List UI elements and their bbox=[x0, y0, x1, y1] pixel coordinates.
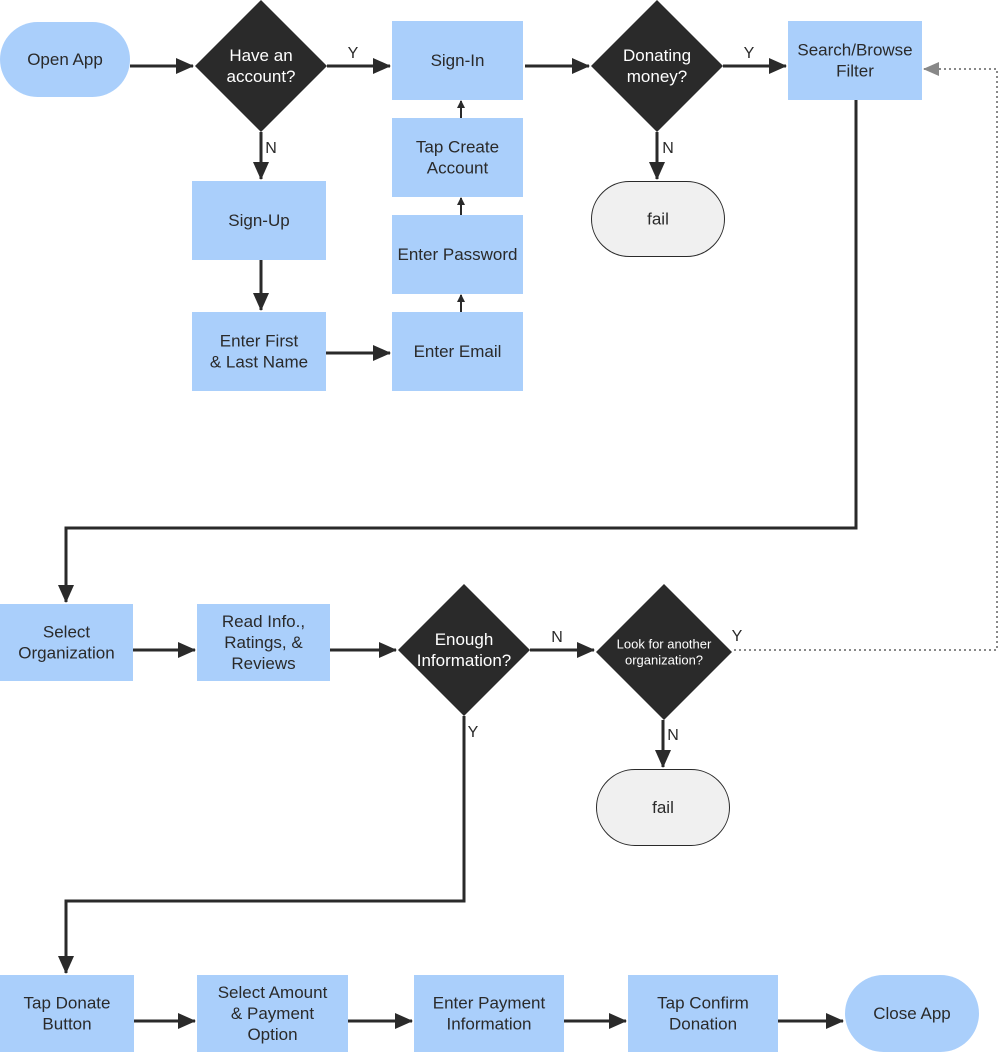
node-close-app: Close App bbox=[845, 975, 979, 1052]
node-label: Tap Confirm bbox=[657, 994, 749, 1013]
node-enter-password: Enter Password bbox=[392, 215, 523, 294]
node-label: Button bbox=[42, 1015, 91, 1034]
node-label: Enter First bbox=[220, 332, 299, 351]
edge-look-another-to-search-browse bbox=[734, 62, 998, 651]
node-label: Sign-Up bbox=[228, 211, 289, 230]
node-enter-email: Enter Email bbox=[392, 312, 523, 391]
node-label: Donation bbox=[669, 1015, 737, 1034]
process-box bbox=[0, 975, 134, 1052]
process-box bbox=[414, 975, 564, 1052]
node-sign-up: Sign-Up bbox=[192, 181, 326, 260]
node-select-amount: Select Amount & Payment Option bbox=[197, 975, 348, 1052]
node-open-app: Open App bbox=[0, 22, 130, 97]
node-label: & Payment bbox=[231, 1004, 314, 1023]
node-label: money? bbox=[627, 67, 687, 86]
node-label: Option bbox=[247, 1025, 297, 1044]
process-box bbox=[192, 312, 326, 391]
node-label: Sign-In bbox=[431, 51, 485, 70]
node-label: Select Amount bbox=[218, 983, 328, 1002]
node-donating-money: Donating money? bbox=[591, 0, 723, 132]
node-tap-confirm: Tap Confirm Donation bbox=[628, 975, 778, 1052]
nodes-layer: Open App Have an account? Sign-In Donating mo… bbox=[0, 0, 979, 1052]
decision-diamond bbox=[195, 0, 327, 132]
edge-label-n: N bbox=[551, 629, 563, 646]
process-box bbox=[392, 118, 523, 197]
node-label: Filter bbox=[836, 62, 874, 81]
edge-label-y: Y bbox=[732, 628, 743, 645]
node-label: Search/Browse bbox=[797, 41, 912, 60]
node-enter-payment: Enter Payment Information bbox=[414, 975, 564, 1052]
node-read-info: Read Info., Ratings, & Reviews bbox=[197, 604, 330, 681]
node-label: Information? bbox=[417, 651, 512, 670]
decision-diamond bbox=[398, 584, 530, 716]
edge-label-n: N bbox=[667, 727, 679, 744]
node-label: Look for another bbox=[617, 637, 712, 652]
node-enough-info: Enough Information? bbox=[398, 584, 530, 716]
decision-diamond bbox=[591, 0, 723, 132]
edge-label-n: N bbox=[265, 140, 277, 157]
edge-enough-info-to-tap-donate bbox=[58, 716, 466, 974]
edge-label-y: Y bbox=[744, 45, 755, 62]
node-label: Select bbox=[43, 623, 91, 642]
node-label: Read Info., bbox=[222, 612, 305, 631]
node-fail-1: fail bbox=[591, 181, 725, 257]
edge-label-n: N bbox=[662, 140, 674, 157]
node-label: Account bbox=[427, 159, 489, 178]
node-label: & Last Name bbox=[210, 353, 308, 372]
node-label: Enter Email bbox=[414, 342, 502, 361]
node-label: organization? bbox=[625, 653, 703, 668]
node-tap-donate: Tap Donate Button bbox=[0, 975, 134, 1052]
node-look-another: Look for anotherorganization? bbox=[596, 584, 732, 720]
process-box bbox=[628, 975, 778, 1052]
node-label: Information bbox=[446, 1015, 531, 1034]
node-label: fail bbox=[652, 798, 674, 817]
process-box bbox=[788, 21, 922, 100]
node-label: Enter Password bbox=[398, 245, 518, 264]
node-label: account? bbox=[227, 67, 296, 86]
node-label: Tap Create bbox=[416, 138, 499, 157]
node-label: Ratings, & bbox=[224, 633, 303, 652]
node-search-browse: Search/Browse Filter bbox=[788, 21, 922, 100]
edge-label-y: Y bbox=[468, 724, 479, 741]
node-tap-create-account: Tap Create Account bbox=[392, 118, 523, 197]
node-sign-in: Sign-In bbox=[392, 21, 523, 100]
node-label: Have an bbox=[229, 46, 292, 65]
node-label: Enough bbox=[435, 630, 494, 649]
node-label: Tap Donate bbox=[24, 994, 111, 1013]
node-select-org: Select Organization bbox=[0, 604, 133, 681]
node-have-account: Have an account? bbox=[195, 0, 327, 132]
node-label: Reviews bbox=[231, 654, 295, 673]
node-label: Open App bbox=[27, 50, 103, 69]
node-label: Enter Payment bbox=[433, 994, 546, 1013]
node-label: Donating bbox=[623, 46, 691, 65]
node-label: fail bbox=[647, 210, 669, 229]
node-label: Close App bbox=[873, 1004, 951, 1023]
node-enter-name: Enter First & Last Name bbox=[192, 312, 326, 391]
flowchart-canvas: Open App Have an account? Sign-In Donating mo… bbox=[0, 0, 998, 1052]
node-label: Organization bbox=[18, 644, 114, 663]
node-fail-2: fail bbox=[596, 769, 730, 846]
edge-label-y: Y bbox=[348, 45, 359, 62]
process-box bbox=[0, 604, 133, 681]
